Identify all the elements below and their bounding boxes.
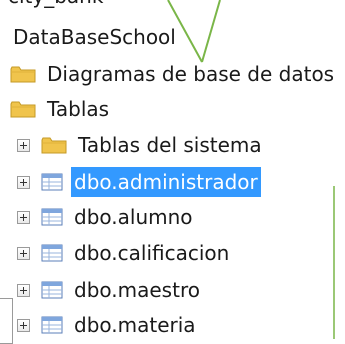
panel-edge — [0, 298, 13, 344]
annotation-arrow — [167, 0, 335, 339]
